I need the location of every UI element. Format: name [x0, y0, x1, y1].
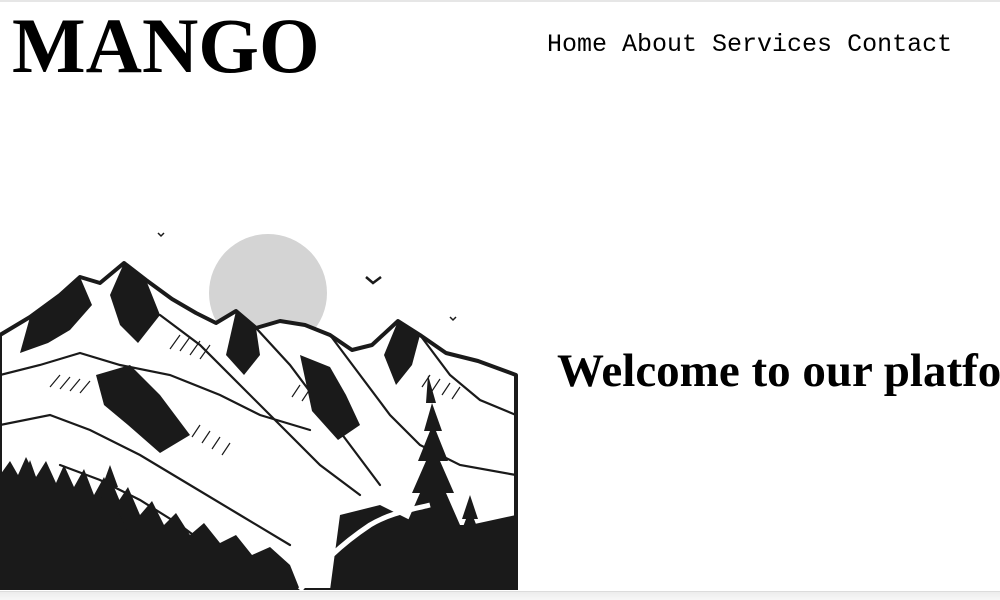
nav-link-home[interactable]: Home	[547, 30, 607, 60]
bird-icon	[157, 232, 165, 238]
brand-logo[interactable]: MANGO	[12, 6, 320, 86]
bird-icon	[365, 276, 382, 285]
bottom-border	[0, 591, 1000, 600]
hero-heading: Welcome to our platfo	[557, 345, 1000, 397]
page: MANGO Home About Services Contact Welcom…	[0, 0, 1000, 600]
nav-link-services[interactable]: Services	[712, 30, 832, 60]
mountain-landscape-illustration	[0, 225, 520, 590]
nav-link-contact[interactable]: Contact	[847, 30, 952, 60]
nav-link-about[interactable]: About	[622, 30, 697, 60]
main-nav: Home About Services Contact	[547, 30, 967, 60]
bird-icon	[449, 316, 457, 322]
